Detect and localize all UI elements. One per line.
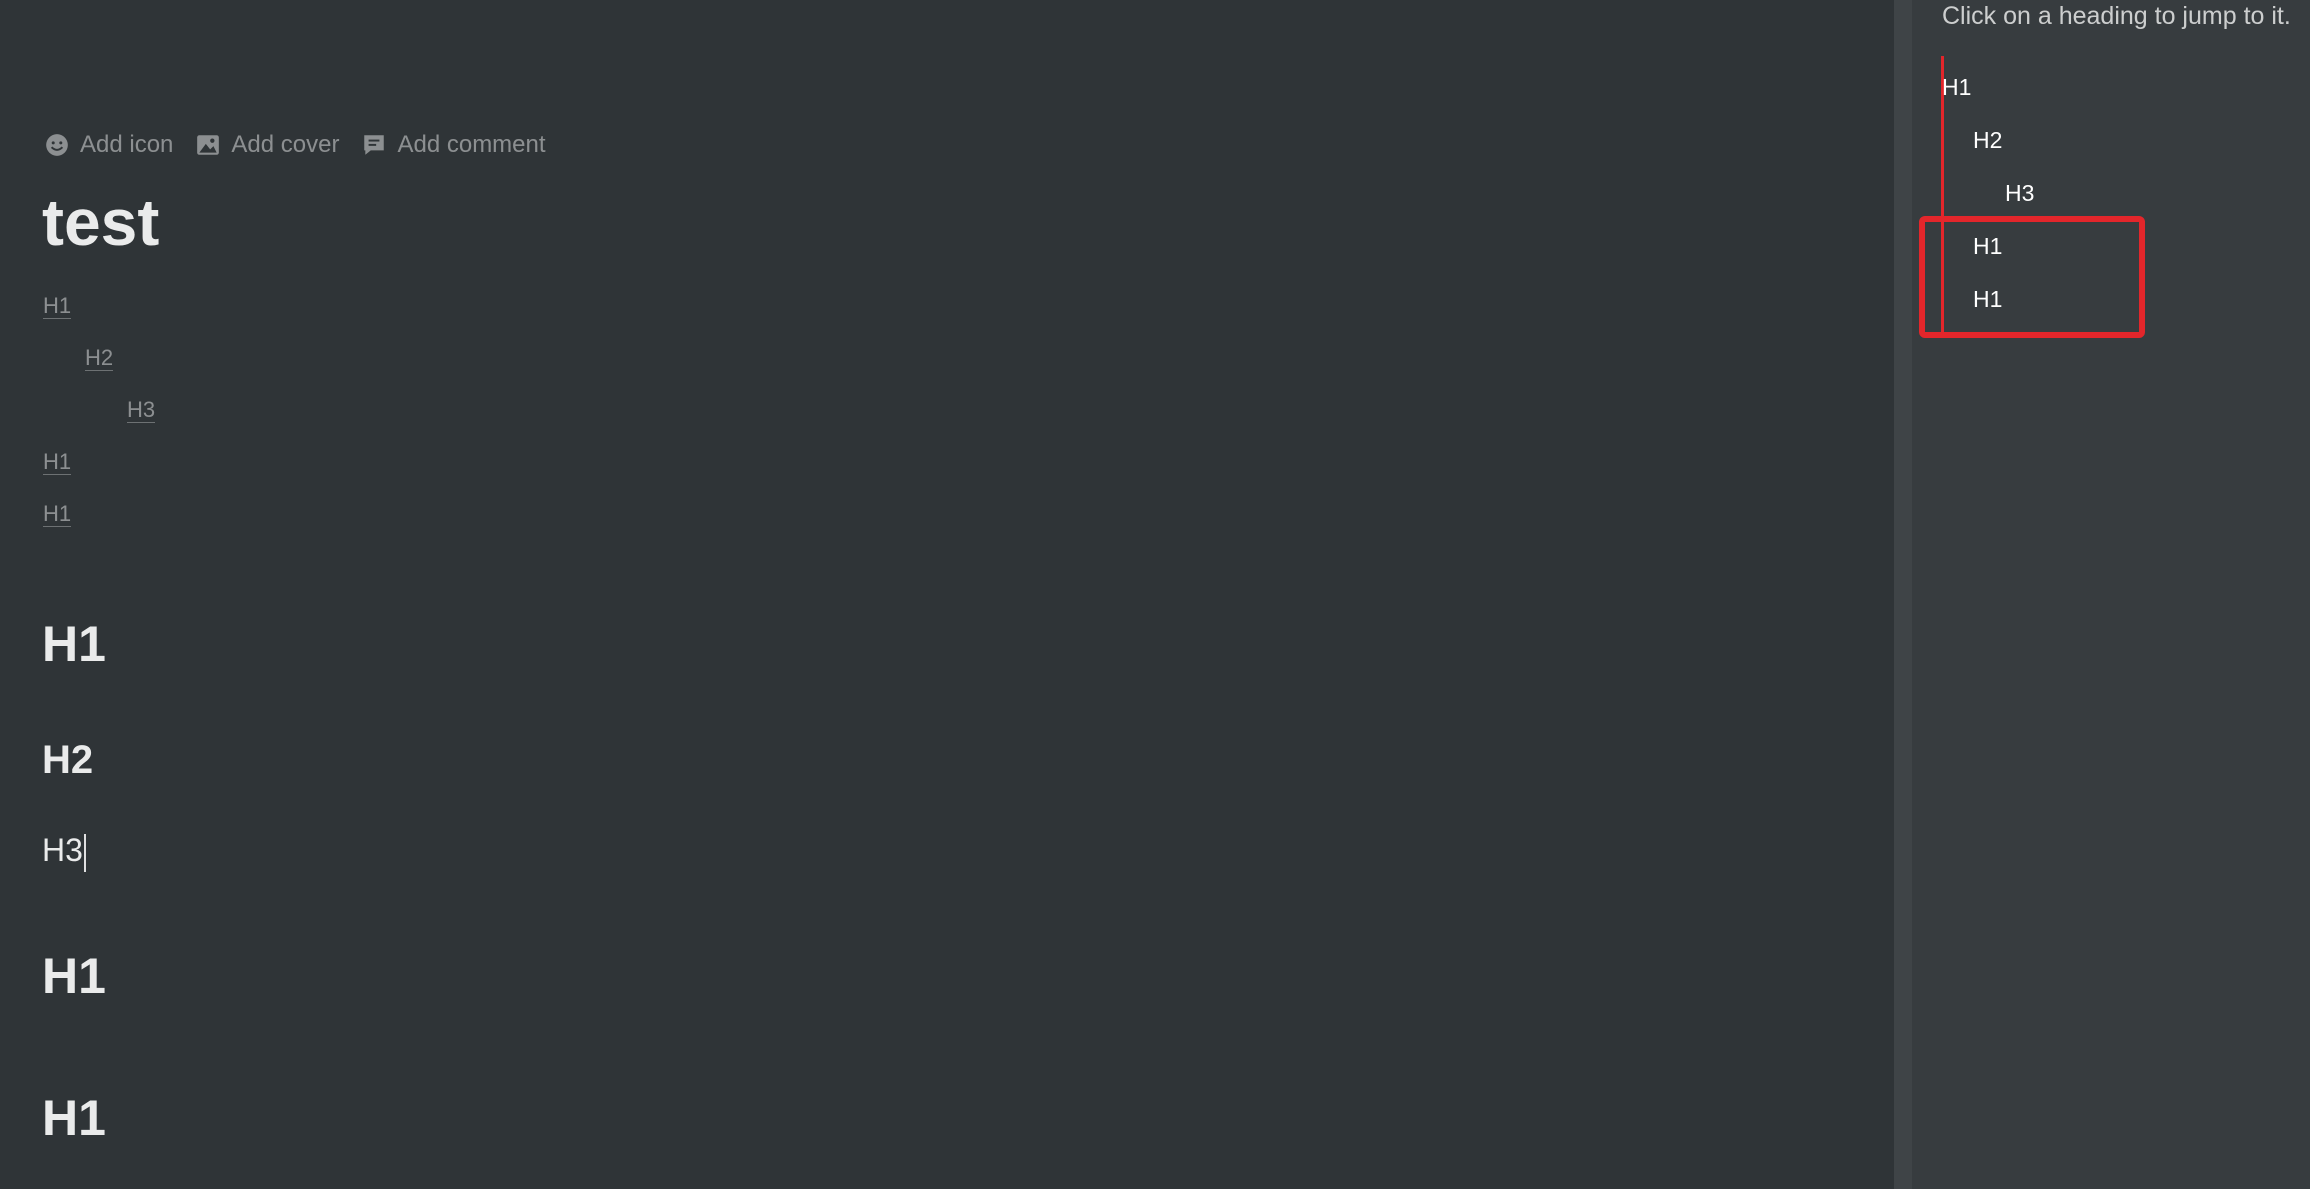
app-window: Add icon Add cover Add comment test H1 H…: [0, 0, 2310, 1189]
editor-scrollbar[interactable]: [1894, 0, 1912, 1189]
add-icon-button[interactable]: Add icon: [44, 128, 173, 162]
heading-1[interactable]: H1: [42, 1086, 106, 1150]
add-cover-button[interactable]: Add cover: [195, 128, 339, 162]
add-cover-label: Add cover: [231, 131, 340, 158]
editor-area: Add icon Add cover Add comment test H1 H…: [0, 0, 1894, 1189]
toc-link[interactable]: H1: [43, 446, 155, 498]
text-cursor: [83, 833, 86, 872]
outline-item[interactable]: H2: [1973, 127, 2002, 154]
page-title[interactable]: test: [42, 180, 159, 264]
outline-panel: Click on a heading to jump to it. H1 H2 …: [1912, 0, 2310, 1189]
smiley-icon: [46, 134, 68, 156]
outline-hint: Click on a heading to jump to it.: [1942, 2, 2291, 30]
annotation-highlight-box: [1919, 216, 2145, 338]
heading-2[interactable]: H2: [42, 733, 93, 787]
page-actions: Add icon Add cover Add comment: [44, 128, 568, 162]
table-of-contents: H1 H2 H3 H1 H1: [43, 290, 156, 550]
toc-link[interactable]: H3: [43, 394, 156, 446]
add-comment-label: Add comment: [397, 131, 546, 158]
toc-link[interactable]: H1: [43, 290, 155, 342]
outline-item[interactable]: H3: [2005, 180, 2034, 207]
add-icon-label: Add icon: [80, 131, 174, 158]
heading-3[interactable]: H3: [42, 828, 86, 872]
image-icon: [197, 135, 220, 155]
add-comment-button[interactable]: Add comment: [361, 128, 546, 162]
toc-link[interactable]: H1: [43, 498, 155, 550]
outline-item[interactable]: H1: [1942, 74, 1971, 101]
toc-link[interactable]: H2: [43, 342, 155, 394]
heading-1[interactable]: H1: [42, 612, 106, 676]
heading-1[interactable]: H1: [42, 944, 106, 1008]
comment-icon: [364, 135, 385, 155]
